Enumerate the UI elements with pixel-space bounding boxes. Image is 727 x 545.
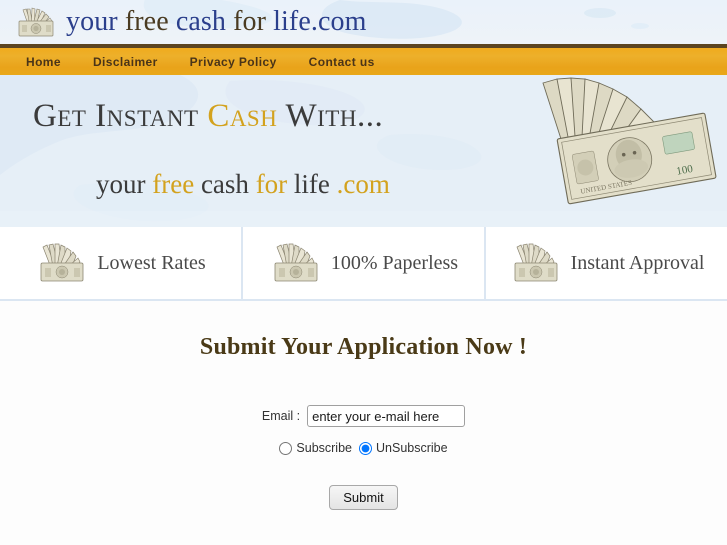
feature-label: Instant Approval — [570, 251, 705, 274]
site-logo-text[interactable]: your free cash for life.com — [66, 8, 367, 36]
nav-item-privacy-policy[interactable]: Privacy Policy — [174, 55, 293, 69]
main-navigation: Home Disclaimer Privacy Policy Contact u… — [0, 44, 727, 75]
logo-word-free: free — [124, 6, 176, 37]
money-fan-hero-image: 100 UNITED STATES — [542, 77, 717, 205]
hero-word-cash: Cash — [207, 98, 286, 134]
submit-button[interactable]: Submit — [329, 485, 398, 510]
hero-word-with: With... — [285, 98, 384, 134]
nav-item-disclaimer[interactable]: Disclaimer — [77, 55, 174, 69]
hero-headline-line1: Get Instant Cash With... — [33, 100, 383, 133]
hero-word-free: free — [152, 169, 201, 199]
hero-headline-line2: your free cash for life .com — [96, 171, 390, 198]
form-heading: Submit Your Application Now ! — [199, 334, 528, 360]
email-input[interactable] — [307, 405, 466, 427]
feature-100-percent-paperless: 100% Paperless — [241, 227, 484, 299]
nav-item-home[interactable]: Home — [10, 55, 77, 69]
hero-word-cash-2: cash — [200, 169, 256, 199]
unsubscribe-label: UnSubscribe — [376, 441, 448, 455]
money-fan-icon — [40, 243, 84, 282]
header-content: your free cash for life.com — [0, 0, 727, 44]
hero-word-get-instant: Get Instant — [33, 98, 208, 134]
unsubscribe-radio[interactable] — [359, 441, 372, 455]
application-form-section: Submit Your Application Now ! Email : Su… — [0, 301, 727, 510]
hero-word-life: life — [293, 169, 337, 199]
logo-word-life-dot-com: life.com — [273, 6, 367, 37]
radio-option-unsubscribe[interactable]: UnSubscribe — [359, 441, 448, 455]
nav-item-contact-us[interactable]: Contact us — [293, 55, 391, 69]
page-root: your free cash for life.com Home Disclai… — [0, 0, 727, 545]
logo-word-your: your — [66, 6, 125, 37]
subscribe-label: Subscribe — [296, 441, 352, 455]
nav-list: Home Disclaimer Privacy Policy Contact u… — [0, 48, 727, 75]
hero-word-dot-com: .com — [336, 169, 390, 199]
logo-word-cash: cash — [175, 6, 234, 37]
subscribe-radio[interactable] — [279, 441, 293, 455]
hero-word-for: for — [255, 169, 294, 199]
site-header: your free cash for life.com — [0, 0, 727, 44]
features-row: Lowest Rates 100% Paperless Instant Appr… — [0, 227, 727, 301]
email-field-row: Email : — [0, 405, 727, 427]
email-label: Email : — [261, 409, 301, 423]
money-fan-icon — [274, 243, 318, 282]
hero-word-your: your — [96, 169, 153, 199]
feature-lowest-rates: Lowest Rates — [0, 227, 241, 299]
money-fan-icon — [18, 7, 54, 37]
logo-word-for: for — [233, 6, 274, 37]
radio-option-subscribe[interactable]: Subscribe — [279, 441, 352, 455]
feature-label: Lowest Rates — [97, 251, 206, 274]
feature-label: 100% Paperless — [330, 251, 459, 274]
money-fan-icon — [514, 243, 557, 282]
subscription-options: Subscribe UnSubscribe — [0, 441, 727, 455]
feature-instant-approval: Instant Approval — [484, 227, 727, 299]
hero-banner: Get Instant Cash With... your free cash … — [0, 75, 727, 227]
